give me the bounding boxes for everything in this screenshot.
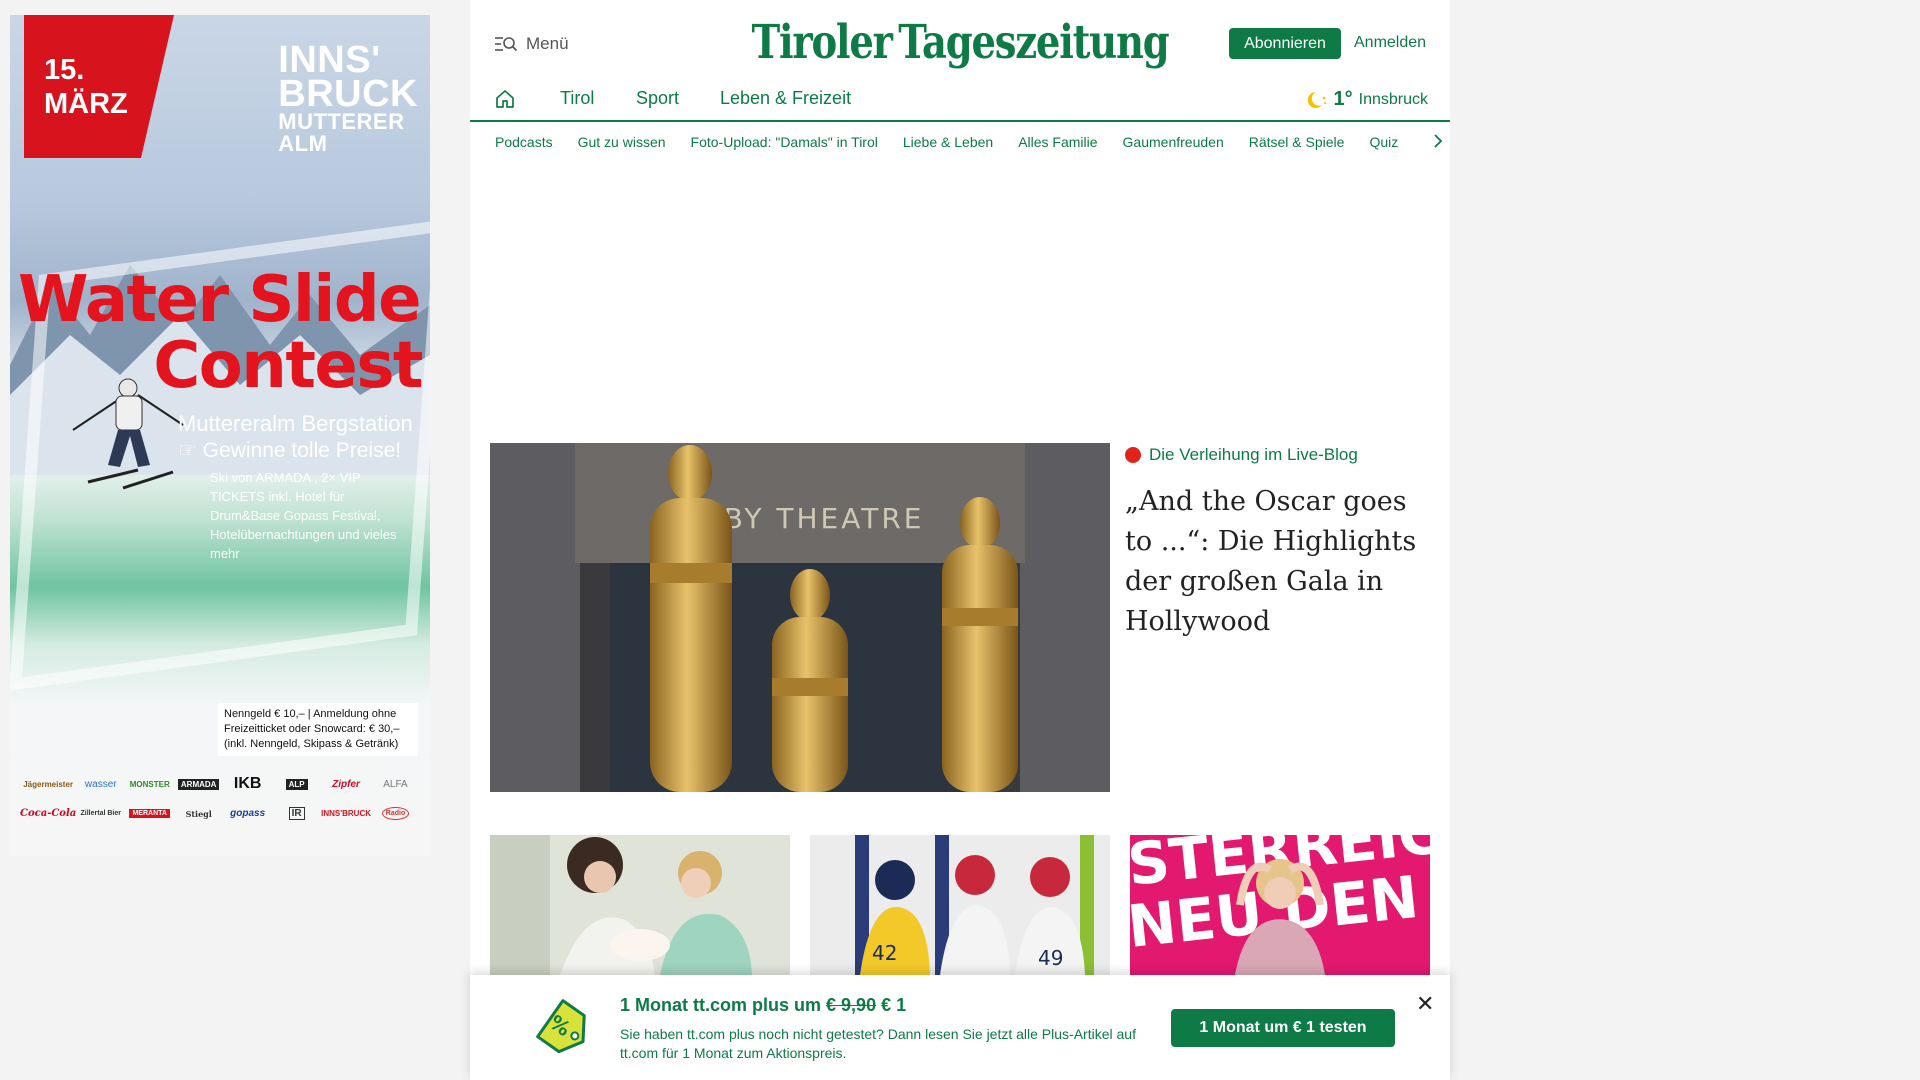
ad-sponsor-logos: Jägermeister wasser MONSTER ARMADA IKB A…: [20, 775, 420, 820]
price-tag-icon: %: [536, 999, 586, 1054]
subnav-item-liebe-leben[interactable]: Liebe & Leben: [903, 134, 993, 150]
ad-details: Ski von ARMADA , 2× VIP TICKETS inkl. Ho…: [210, 470, 397, 561]
sponsor-logo: IR: [288, 807, 305, 820]
main-content: Menü Tiroler Tageszeitung Abonnieren Anm…: [470, 0, 1450, 1080]
svg-text:49: 49: [1038, 946, 1063, 970]
hero-kicker[interactable]: Die Verleihung im Live-Blog: [1125, 445, 1358, 465]
oscar-statues-image: DOLBY THEATRE: [490, 443, 1110, 792]
promo-description: Sie haben tt.com plus noch nicht geteste…: [620, 1026, 1136, 1061]
hero-kicker-text: Die Verleihung im Live-Blog: [1149, 445, 1358, 464]
ad-brand-line: ALM: [278, 131, 328, 156]
teaser-card-ski-jump[interactable]: 42 49: [810, 835, 1110, 975]
nav-item-sport[interactable]: Sport: [636, 88, 679, 109]
hero-image-oscars[interactable]: DOLBY THEATRE: [490, 443, 1110, 792]
subscription-banner: % 1 Monat tt.com plus um € 9,90 € 1 Sie …: [470, 975, 1450, 1080]
promo-old-price: € 9,90: [826, 995, 877, 1015]
subscribe-button[interactable]: Abonnieren: [1229, 28, 1341, 59]
ad-headline-line1: Water Slide: [18, 263, 422, 337]
sponsor-logo: Zillertal Bier: [80, 810, 121, 817]
sponsor-logo: MONSTER: [129, 779, 170, 789]
moon-icon: [1307, 91, 1326, 108]
sponsor-logo: ALP: [285, 778, 308, 790]
svg-text:42: 42: [872, 941, 897, 965]
ad-subtitle-prizes: ☞ Gewinne tolle Preise!: [178, 439, 402, 462]
promo-title-prefix: 1 Monat tt.com plus um: [620, 995, 822, 1015]
sponsor-logo: ALFA: [383, 778, 408, 790]
ad-subtitle: Muttereralm Bergstation ☞ Gewinne tolle …: [178, 410, 418, 563]
hero-headline[interactable]: „And the Oscar goes to ...“: Die Highlig…: [1125, 482, 1435, 642]
subnav-item-foto-upload[interactable]: Foto-Upload: "Damals" in Tirol: [691, 134, 878, 150]
teaser-image-mother-baby: [490, 835, 790, 975]
weather-temperature: 1°: [1333, 88, 1353, 110]
sponsor-logo: INNS'BRUCK: [321, 809, 372, 818]
ad-brand-line: MUTTERER: [278, 109, 405, 134]
sponsor-logo: gopass: [230, 808, 266, 819]
skier-illustration: [72, 378, 184, 490]
ad-subtitle-prizes-text: Gewinne tolle Preise!: [202, 439, 402, 462]
ad-date: 15. MÄRZ: [24, 15, 174, 158]
ad-subtitle-location: Muttereralm Bergstation: [178, 411, 413, 436]
promo-title: 1 Monat tt.com plus um € 9,90 € 1: [620, 995, 906, 1016]
logo-text-tiroler: Tiroler: [751, 14, 893, 70]
main-navigation: Tirol Sport Leben & Freizeit 1° Innsbruc…: [470, 82, 1450, 122]
sponsor-logo: Zipfer: [332, 778, 360, 790]
sponsor-logo: Jägermeister: [23, 779, 74, 789]
menu-button[interactable]: Menü: [494, 34, 569, 54]
sponsor-logo: ARMADA: [177, 778, 220, 790]
subnav-item-podcasts[interactable]: Podcasts: [495, 134, 553, 150]
close-icon[interactable]: ✕: [1416, 993, 1434, 1015]
site-logo[interactable]: Tiroler Tageszeitung: [752, 12, 1170, 72]
teaser-image-politician: STERREICH NEU DEN: [1130, 835, 1430, 975]
sidebar-advertisement[interactable]: 15. MÄRZ INNS' BRUCK MUTTERER ALM Water …: [10, 15, 430, 856]
sponsor-logo: Radio: [381, 807, 410, 820]
ad-brand-line: BRUCK: [278, 73, 418, 115]
subnav-item-alles-familie[interactable]: Alles Familie: [1018, 134, 1097, 150]
home-icon[interactable]: [494, 88, 516, 110]
promo-new-price: € 1: [881, 995, 907, 1015]
sponsor-logo: IKB: [233, 775, 262, 792]
login-link[interactable]: Anmelden: [1354, 34, 1426, 52]
chevron-right-icon[interactable]: [1433, 133, 1443, 149]
menu-search-icon: [495, 37, 518, 52]
ad-placeholder: [470, 162, 1450, 422]
subnav-item-gut-zu-wissen[interactable]: Gut zu wissen: [578, 134, 666, 150]
sponsor-logo: Coca-Cola: [20, 808, 77, 819]
promo-test-button[interactable]: 1 Monat um € 1 testen: [1171, 1009, 1395, 1047]
live-indicator-icon: [1125, 447, 1141, 463]
teaser-image-ski-jumpers: 42 49: [810, 835, 1110, 975]
weather-widget[interactable]: 1° Innsbruck: [1302, 88, 1428, 111]
nav-item-tirol[interactable]: Tirol: [560, 88, 594, 109]
teaser-card-family[interactable]: [490, 835, 790, 975]
nav-item-leben-freizeit[interactable]: Leben & Freizeit: [720, 88, 851, 109]
teaser-card-politics[interactable]: STERREICH NEU DEN: [1130, 835, 1430, 975]
subnav-item-gaumenfreuden[interactable]: Gaumenfreuden: [1123, 134, 1224, 150]
weather-city: Innsbruck: [1358, 90, 1428, 108]
ad-brand-line: INNS': [278, 39, 381, 81]
site-header: Menü Tiroler Tageszeitung Abonnieren Anm…: [470, 0, 1450, 92]
menu-label: Menü: [526, 34, 569, 53]
logo-text-tageszeitung: Tageszeitung: [898, 14, 1169, 70]
sponsor-logo: Stiegl: [185, 808, 212, 819]
subnav-item-quiz[interactable]: Quiz: [1369, 134, 1398, 150]
sub-navigation: Podcasts Gut zu wissen Foto-Upload: "Dam…: [470, 124, 1450, 160]
sponsor-logo: wasser: [84, 778, 117, 790]
subnav-item-raetsel-spiele[interactable]: Rätsel & Spiele: [1249, 134, 1345, 150]
ad-fee-box: Nenngeld € 10,– | Anmeldung ohne Freizei…: [218, 703, 418, 756]
sponsor-logo: MERANTA: [129, 809, 170, 818]
ad-brand-logo: INNS' BRUCK MUTTERER ALM: [278, 39, 418, 156]
